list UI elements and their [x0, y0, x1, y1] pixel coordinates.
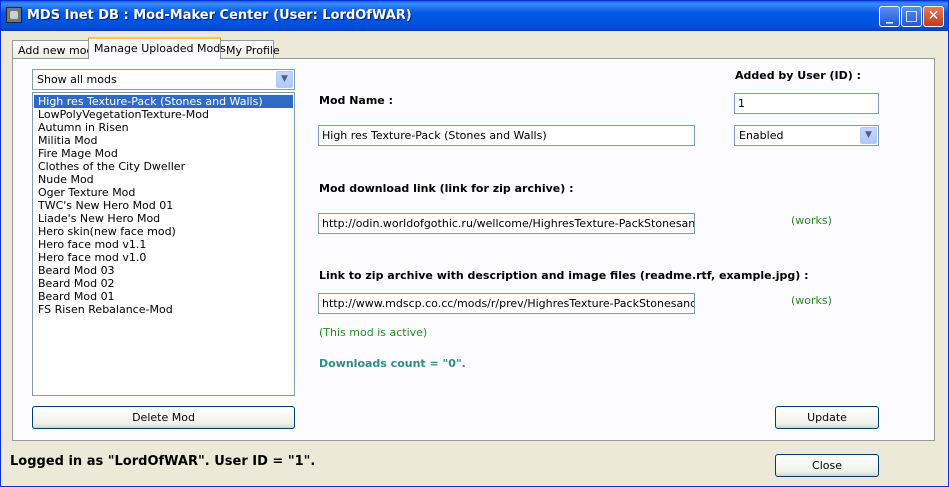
mod-name-label: Mod Name : [319, 94, 393, 107]
list-item[interactable]: Liade's New Hero Mod [34, 212, 294, 225]
mod-name-field[interactable]: High res Texture-Pack (Stones and Walls) [318, 125, 695, 146]
close-button[interactable]: Close [775, 454, 879, 477]
delete-mod-button[interactable]: Delete Mod [32, 406, 295, 429]
filter-dropdown[interactable]: Show all mods ▼ [32, 69, 295, 90]
list-item[interactable]: TWC's New Hero Mod 01 [34, 199, 294, 212]
archive-link-label: Link to zip archive with description and… [319, 269, 809, 282]
tab-my-profile[interactable]: My Profile [220, 40, 280, 59]
archive-link-status: (works) [791, 294, 832, 307]
chevron-down-icon[interactable]: ▼ [860, 127, 877, 144]
status-dropdown[interactable]: Enabled ▼ [734, 125, 879, 146]
tab-add-new-mod[interactable]: Add new mod [12, 40, 93, 59]
chevron-down-icon[interactable]: ▼ [276, 71, 293, 88]
mods-listbox[interactable]: High res Texture-Pack (Stones and Walls)… [32, 92, 295, 396]
title-bar[interactable]: MDS Inet DB : Mod-Maker Center (User: Lo… [1, 1, 948, 31]
filter-value: Show all mods [37, 73, 117, 86]
list-item[interactable]: Hero face mod v1.0 [34, 251, 294, 264]
downloads-count: Downloads count = "0". [319, 357, 466, 370]
list-item[interactable]: Nude Mod [34, 173, 294, 186]
maximize-button[interactable]: □ [901, 6, 922, 27]
list-item[interactable]: Militia Mod [34, 134, 294, 147]
window-title: MDS Inet DB : Mod-Maker Center (User: Lo… [27, 8, 412, 23]
close-window-button[interactable]: ✕ [923, 6, 944, 27]
download-link-label: Mod download link (link for zip archive)… [319, 182, 574, 195]
list-item[interactable]: FS Risen Rebalance-Mod [34, 303, 294, 316]
list-item[interactable]: Beard Mod 03 [34, 264, 294, 277]
list-item[interactable]: High res Texture-Pack (Stones and Walls) [34, 95, 293, 108]
archive-link-field[interactable]: http://www.mdscp.co.cc/mods/r/prev/Highr… [318, 293, 695, 314]
main-window: MDS Inet DB : Mod-Maker Center (User: Lo… [0, 0, 949, 487]
app-icon [6, 7, 22, 23]
active-note: (This mod is active) [319, 326, 428, 339]
list-item[interactable]: LowPolyVegetationTexture-Mod [34, 108, 294, 121]
status-bar-text: Logged in as "LordOfWAR". User ID = "1". [10, 454, 316, 469]
list-item[interactable]: Autumn in Risen [34, 121, 294, 134]
list-item[interactable]: Hero skin(new face mod) [34, 225, 294, 238]
list-item[interactable]: Fire Mage Mod [34, 147, 294, 160]
list-item[interactable]: Beard Mod 02 [34, 277, 294, 290]
download-link-field[interactable]: http://odin.worldofgothic.ru/wellcome/Hi… [318, 213, 695, 234]
list-item[interactable]: Clothes of the City Dweller [34, 160, 294, 173]
update-button[interactable]: Update [775, 406, 879, 429]
list-item[interactable]: Hero face mod v1.1 [34, 238, 294, 251]
download-link-status: (works) [791, 214, 832, 227]
list-item[interactable]: Beard Mod 01 [34, 290, 294, 303]
user-id-field[interactable]: 1 [734, 93, 879, 114]
added-by-label: Added by User (ID) : [735, 69, 862, 82]
tab-manage-uploaded-mods[interactable]: Manage Uploaded Mods [88, 37, 226, 59]
status-value: Enabled [739, 129, 784, 142]
minimize-button[interactable]: _ [879, 6, 900, 27]
list-item[interactable]: Oger Texture Mod [34, 186, 294, 199]
